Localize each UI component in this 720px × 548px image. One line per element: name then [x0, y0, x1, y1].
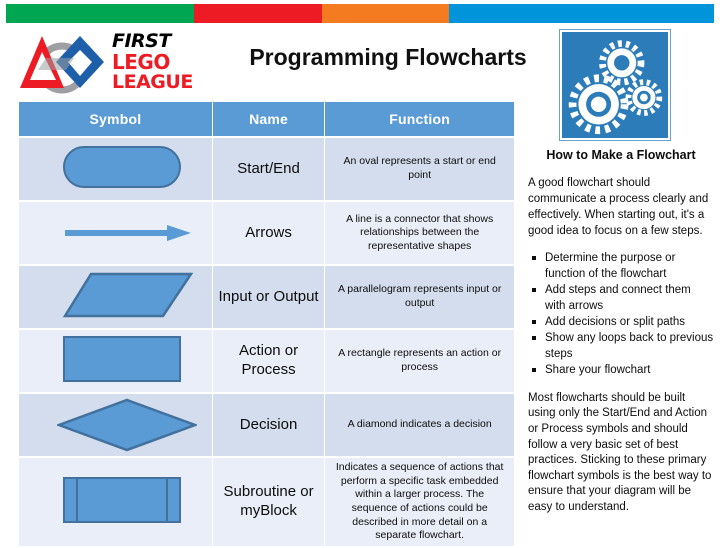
function-cell: Indicates a sequence of actions that per… [325, 458, 514, 546]
symbol-cell-subroutine [19, 458, 212, 546]
function-cell: A line is a connector that shows relatio… [325, 202, 514, 264]
subroutine-shape-icon [63, 476, 181, 523]
brand-color-bar [6, 4, 714, 23]
fll-word-first: FIRST [112, 30, 171, 52]
diamond-shape-icon [57, 398, 197, 452]
table-row: Subroutine or myBlock Indicates a sequen… [19, 458, 514, 546]
gears-icon [568, 40, 663, 135]
symbol-cell-arrows [19, 202, 212, 264]
list-item: Determine the purpose or function of the… [528, 251, 714, 282]
name-cell: Action or Process [212, 330, 325, 392]
symbol-cell-start-end [19, 138, 212, 200]
list-item: Show any loops back to previous steps [528, 331, 714, 362]
color-band-orange [321, 4, 450, 23]
list-item: Add steps and connect them with arrows [528, 283, 714, 314]
table-header: Symbol Name Function [19, 102, 514, 136]
how-to-panel: How to Make a Flowchart A good flowchart… [528, 148, 714, 528]
column-header-symbol: Symbol [19, 102, 212, 136]
fll-logo-wordmark: FIRST LEGO LEAGUE [112, 32, 230, 92]
panel-steps-list: Determine the purpose or function of the… [528, 251, 714, 378]
list-item: Add decisions or split paths [528, 315, 714, 330]
table-row: Decision A diamond indicates a decision [19, 394, 514, 456]
name-cell: Decision [212, 394, 325, 456]
function-cell: An oval represents a start or end point [325, 138, 514, 200]
name-cell: Subroutine or myBlock [212, 458, 325, 546]
table-row: Start/End An oval represents a start or … [19, 138, 514, 200]
arrow-shape-icon [65, 225, 191, 241]
name-cell: Arrows [212, 202, 325, 264]
name-cell: Start/End [212, 138, 325, 200]
oval-shape-icon [63, 145, 181, 188]
fll-logo-mark-icon [20, 36, 104, 94]
column-header-name: Name [212, 102, 325, 136]
list-item: Share your flowchart [528, 363, 714, 378]
table-header-row: Symbol Name Function [19, 102, 514, 136]
table-row: Action or Process A rectangle represents… [19, 330, 514, 392]
table-body: Start/End An oval represents a start or … [19, 138, 514, 546]
name-cell: Input or Output [212, 266, 325, 328]
symbol-cell-input-output [19, 266, 212, 328]
parallelogram-shape-icon [63, 272, 193, 317]
color-band-red [194, 4, 322, 23]
symbol-cell-action-process [19, 330, 212, 392]
flowchart-symbol-table: Symbol Name Function Start/End An oval r… [18, 100, 515, 548]
page-title: Programming Flowcharts [249, 44, 527, 70]
color-band-blue [449, 4, 714, 23]
function-cell: A rectangle represents an action or proc… [325, 330, 514, 392]
panel-intro-paragraph: A good flowchart should communicate a pr… [528, 177, 709, 237]
color-band-green [6, 4, 195, 23]
panel-heading: How to Make a Flowchart [546, 148, 696, 162]
column-header-function: Function [325, 102, 514, 136]
function-cell: A diamond indicates a decision [325, 394, 514, 456]
symbol-cell-decision [19, 394, 212, 456]
function-cell: A parallelogram represents input or outp… [325, 266, 514, 328]
fll-word-lego: LEGO [112, 50, 170, 74]
table-row: Input or Output A parallelogram represen… [19, 266, 514, 328]
rectangle-shape-icon [63, 335, 181, 382]
table-row: Arrows A line is a connector that shows … [19, 202, 514, 264]
gears-illustration [559, 29, 671, 141]
first-lego-league-logo: FIRST LEGO LEAGUE [16, 30, 228, 96]
panel-closing-paragraph: Most flowcharts should be built using on… [528, 391, 712, 514]
fll-word-league: LEAGUE [112, 71, 193, 93]
